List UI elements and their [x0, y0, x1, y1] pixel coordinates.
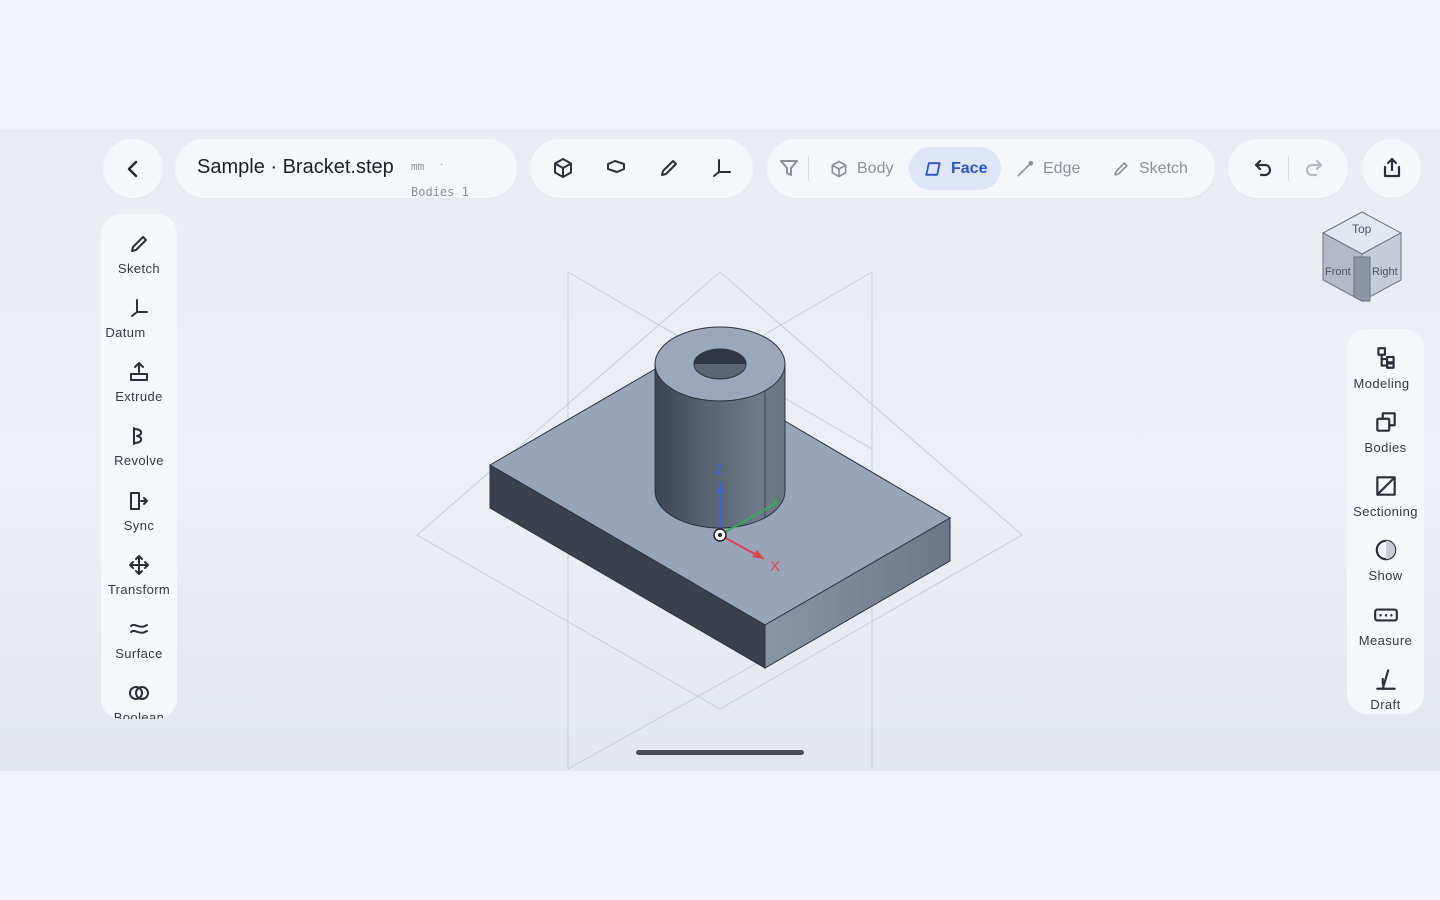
tool-revolve[interactable]: Revolve	[101, 420, 177, 478]
pencil-icon	[1114, 161, 1128, 176]
extrude-icon	[130, 362, 148, 381]
history-controls	[1228, 139, 1348, 198]
share-button[interactable]	[1362, 139, 1421, 198]
panel-draft[interactable]: Draft	[1347, 664, 1424, 714]
tool-transform[interactable]: Transform	[101, 549, 177, 607]
filter-face-button[interactable]: Face	[909, 147, 1002, 190]
view-tools	[530, 139, 753, 198]
document-title-pill[interactable]: Sample · Bracket.step mm · Bodies 1	[175, 139, 517, 198]
panel-show-label: Show	[1368, 568, 1403, 583]
bodies-icon	[1375, 412, 1396, 432]
redo-icon[interactable]	[1294, 148, 1334, 188]
panel-bodies-label: Bodies	[1364, 440, 1407, 455]
view-cube-top: Top	[1352, 222, 1372, 236]
revolve-icon	[133, 427, 143, 445]
divider	[808, 156, 809, 181]
datum-axis-icon	[131, 299, 148, 317]
sync-icon	[130, 492, 148, 510]
tool-sketch-label: Sketch	[117, 261, 161, 276]
bodies-count: Bodies 1	[411, 185, 469, 198]
panel-bodies[interactable]: Bodies	[1347, 407, 1424, 465]
view-cube-front: Front	[1325, 266, 1351, 278]
undo-icon[interactable]	[1243, 148, 1283, 188]
view-cube-right: Right	[1372, 266, 1398, 278]
selection-filter: Body Face Edge Sketch	[767, 139, 1215, 198]
draft-icon	[1375, 669, 1396, 690]
x-axis-label: X	[770, 558, 780, 575]
view-cube[interactable]: Top Front Right	[1321, 211, 1403, 302]
filter-icon[interactable]	[769, 148, 809, 188]
section-icon	[1375, 476, 1396, 496]
tool-extrude[interactable]: Extrude	[101, 356, 177, 414]
show-icon	[1375, 539, 1396, 561]
modeling-tree-icon	[1376, 347, 1395, 369]
plane-icon[interactable]	[596, 148, 636, 188]
tool-sync[interactable]: Sync	[101, 485, 177, 543]
chevron-left-icon	[113, 149, 153, 189]
surface-icon	[130, 623, 148, 634]
filter-sketch-button[interactable]: Sketch	[1097, 147, 1202, 190]
face-icon	[925, 161, 941, 176]
panel-measure-label: Measure	[1358, 633, 1413, 648]
tool-datum[interactable]: Datum	[101, 292, 177, 350]
tool-transform-label: Transform	[107, 582, 171, 597]
filter-body-button[interactable]: Body	[815, 147, 907, 190]
panel-draft-label: Draft	[1370, 697, 1401, 712]
viewport-3d[interactable]: Z Y X Top Front Right	[0, 129, 1440, 771]
y-axis-label: Y	[770, 494, 780, 510]
tool-boolean[interactable]: Boolean	[101, 677, 177, 719]
tool-surface[interactable]: Surface	[101, 613, 177, 671]
panel-modeling[interactable]: Modeling	[1347, 343, 1424, 401]
cube-icon[interactable]	[543, 148, 583, 188]
panel-measure[interactable]: Measure	[1347, 600, 1424, 658]
divider	[1288, 156, 1289, 181]
back-button[interactable]	[103, 139, 163, 198]
document-title: Sample · Bracket.step	[197, 156, 394, 178]
left-toolbar: Sketch Datum Extrude Revolve Sync Transf…	[101, 214, 177, 719]
tool-revolve-label: Revolve	[114, 453, 164, 468]
panel-show[interactable]: Show	[1347, 535, 1424, 593]
right-toolbar: Modeling Bodies Sectioning Show Measure …	[1347, 329, 1424, 714]
z-axis-label: Z	[714, 461, 723, 477]
tool-sync-label: Sync	[123, 518, 155, 533]
boolean-icon	[129, 686, 149, 700]
tool-extrude-label: Extrude	[115, 389, 163, 404]
edge-icon	[1017, 160, 1034, 176]
panel-sectioning[interactable]: Sectioning	[1347, 471, 1424, 529]
filter-sketch-label: Sketch	[1139, 159, 1188, 177]
home-indicator[interactable]	[636, 750, 804, 755]
pencil-icon	[131, 236, 147, 252]
panel-sectioning-label: Sectioning	[1353, 504, 1418, 519]
move-icon	[129, 555, 149, 575]
axis-icon[interactable]	[702, 148, 742, 188]
panel-modeling-label: Modeling	[1353, 376, 1410, 391]
filter-face-label: Face	[951, 159, 988, 177]
filter-body-label: Body	[857, 159, 894, 177]
tool-surface-label: Surface	[115, 646, 163, 661]
tool-datum-label: Datum	[105, 325, 146, 340]
measure-icon	[1373, 608, 1398, 622]
unit-separator: ·	[440, 159, 444, 170]
tool-sketch[interactable]: Sketch	[101, 228, 177, 286]
filter-edge-button[interactable]: Edge	[1001, 147, 1094, 190]
pencil-icon[interactable]	[649, 148, 689, 188]
app-window: Z Y X Top Front Right Sample · Bracket.s…	[0, 129, 1440, 771]
filter-edge-label: Edge	[1043, 159, 1081, 177]
share-icon	[1372, 148, 1412, 188]
unit-label: mm	[411, 160, 425, 173]
cube-outline-icon	[831, 160, 847, 177]
tool-boolean-label: Boolean	[113, 710, 165, 719]
